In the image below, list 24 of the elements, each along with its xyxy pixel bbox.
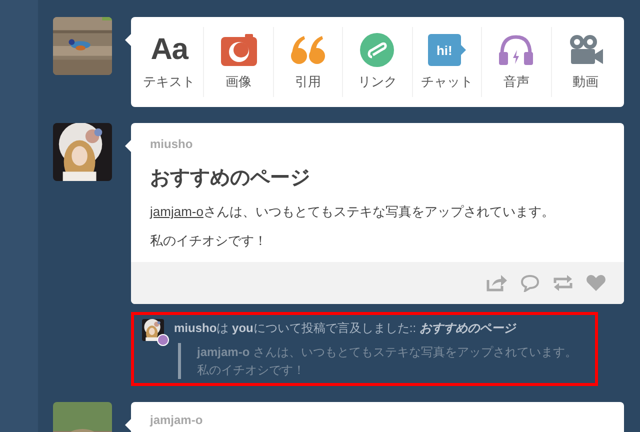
post-title: おすすめのページ [150, 166, 311, 191]
post-paragraph: jamjam-oさんは、いつもとてもステキな写真をアップされています。 [150, 203, 556, 221]
post-type-button[interactable]: 画像 [203, 27, 273, 97]
mention-badge-icon [157, 334, 169, 346]
reblog-icon[interactable] [552, 274, 574, 292]
mention-text: miushoは youについて投稿で言及しました:: おすすめのページ [174, 320, 518, 337]
link-icon [360, 33, 394, 68]
share-icon[interactable] [486, 274, 508, 292]
post-paragraph: 私のイチオシです！ [150, 232, 268, 250]
post-type-button[interactable]: 動画 [550, 27, 620, 97]
post-type-button[interactable]: リンク [342, 27, 412, 97]
post-type-button[interactable]: 音声 [481, 27, 551, 97]
quote-icon [290, 34, 326, 66]
camera-icon [220, 34, 257, 66]
heart-icon[interactable] [586, 274, 606, 292]
headphones-icon [498, 34, 534, 66]
post-type-button[interactable]: Aa テキスト [135, 27, 204, 97]
speech-bubble-icon[interactable] [520, 274, 540, 292]
post-type-button[interactable]: hi! チャット [412, 27, 482, 97]
mention-quote: jamjam-o さんは、いつもとてもステキな写真をアップされています。私のイチオシです！ [178, 343, 587, 379]
user-link[interactable]: jamjam-o [150, 204, 204, 219]
post-type-button[interactable]: 引用 [272, 27, 342, 97]
text-type-icon: Aa [150, 32, 188, 68]
video-camera-icon [568, 34, 604, 66]
